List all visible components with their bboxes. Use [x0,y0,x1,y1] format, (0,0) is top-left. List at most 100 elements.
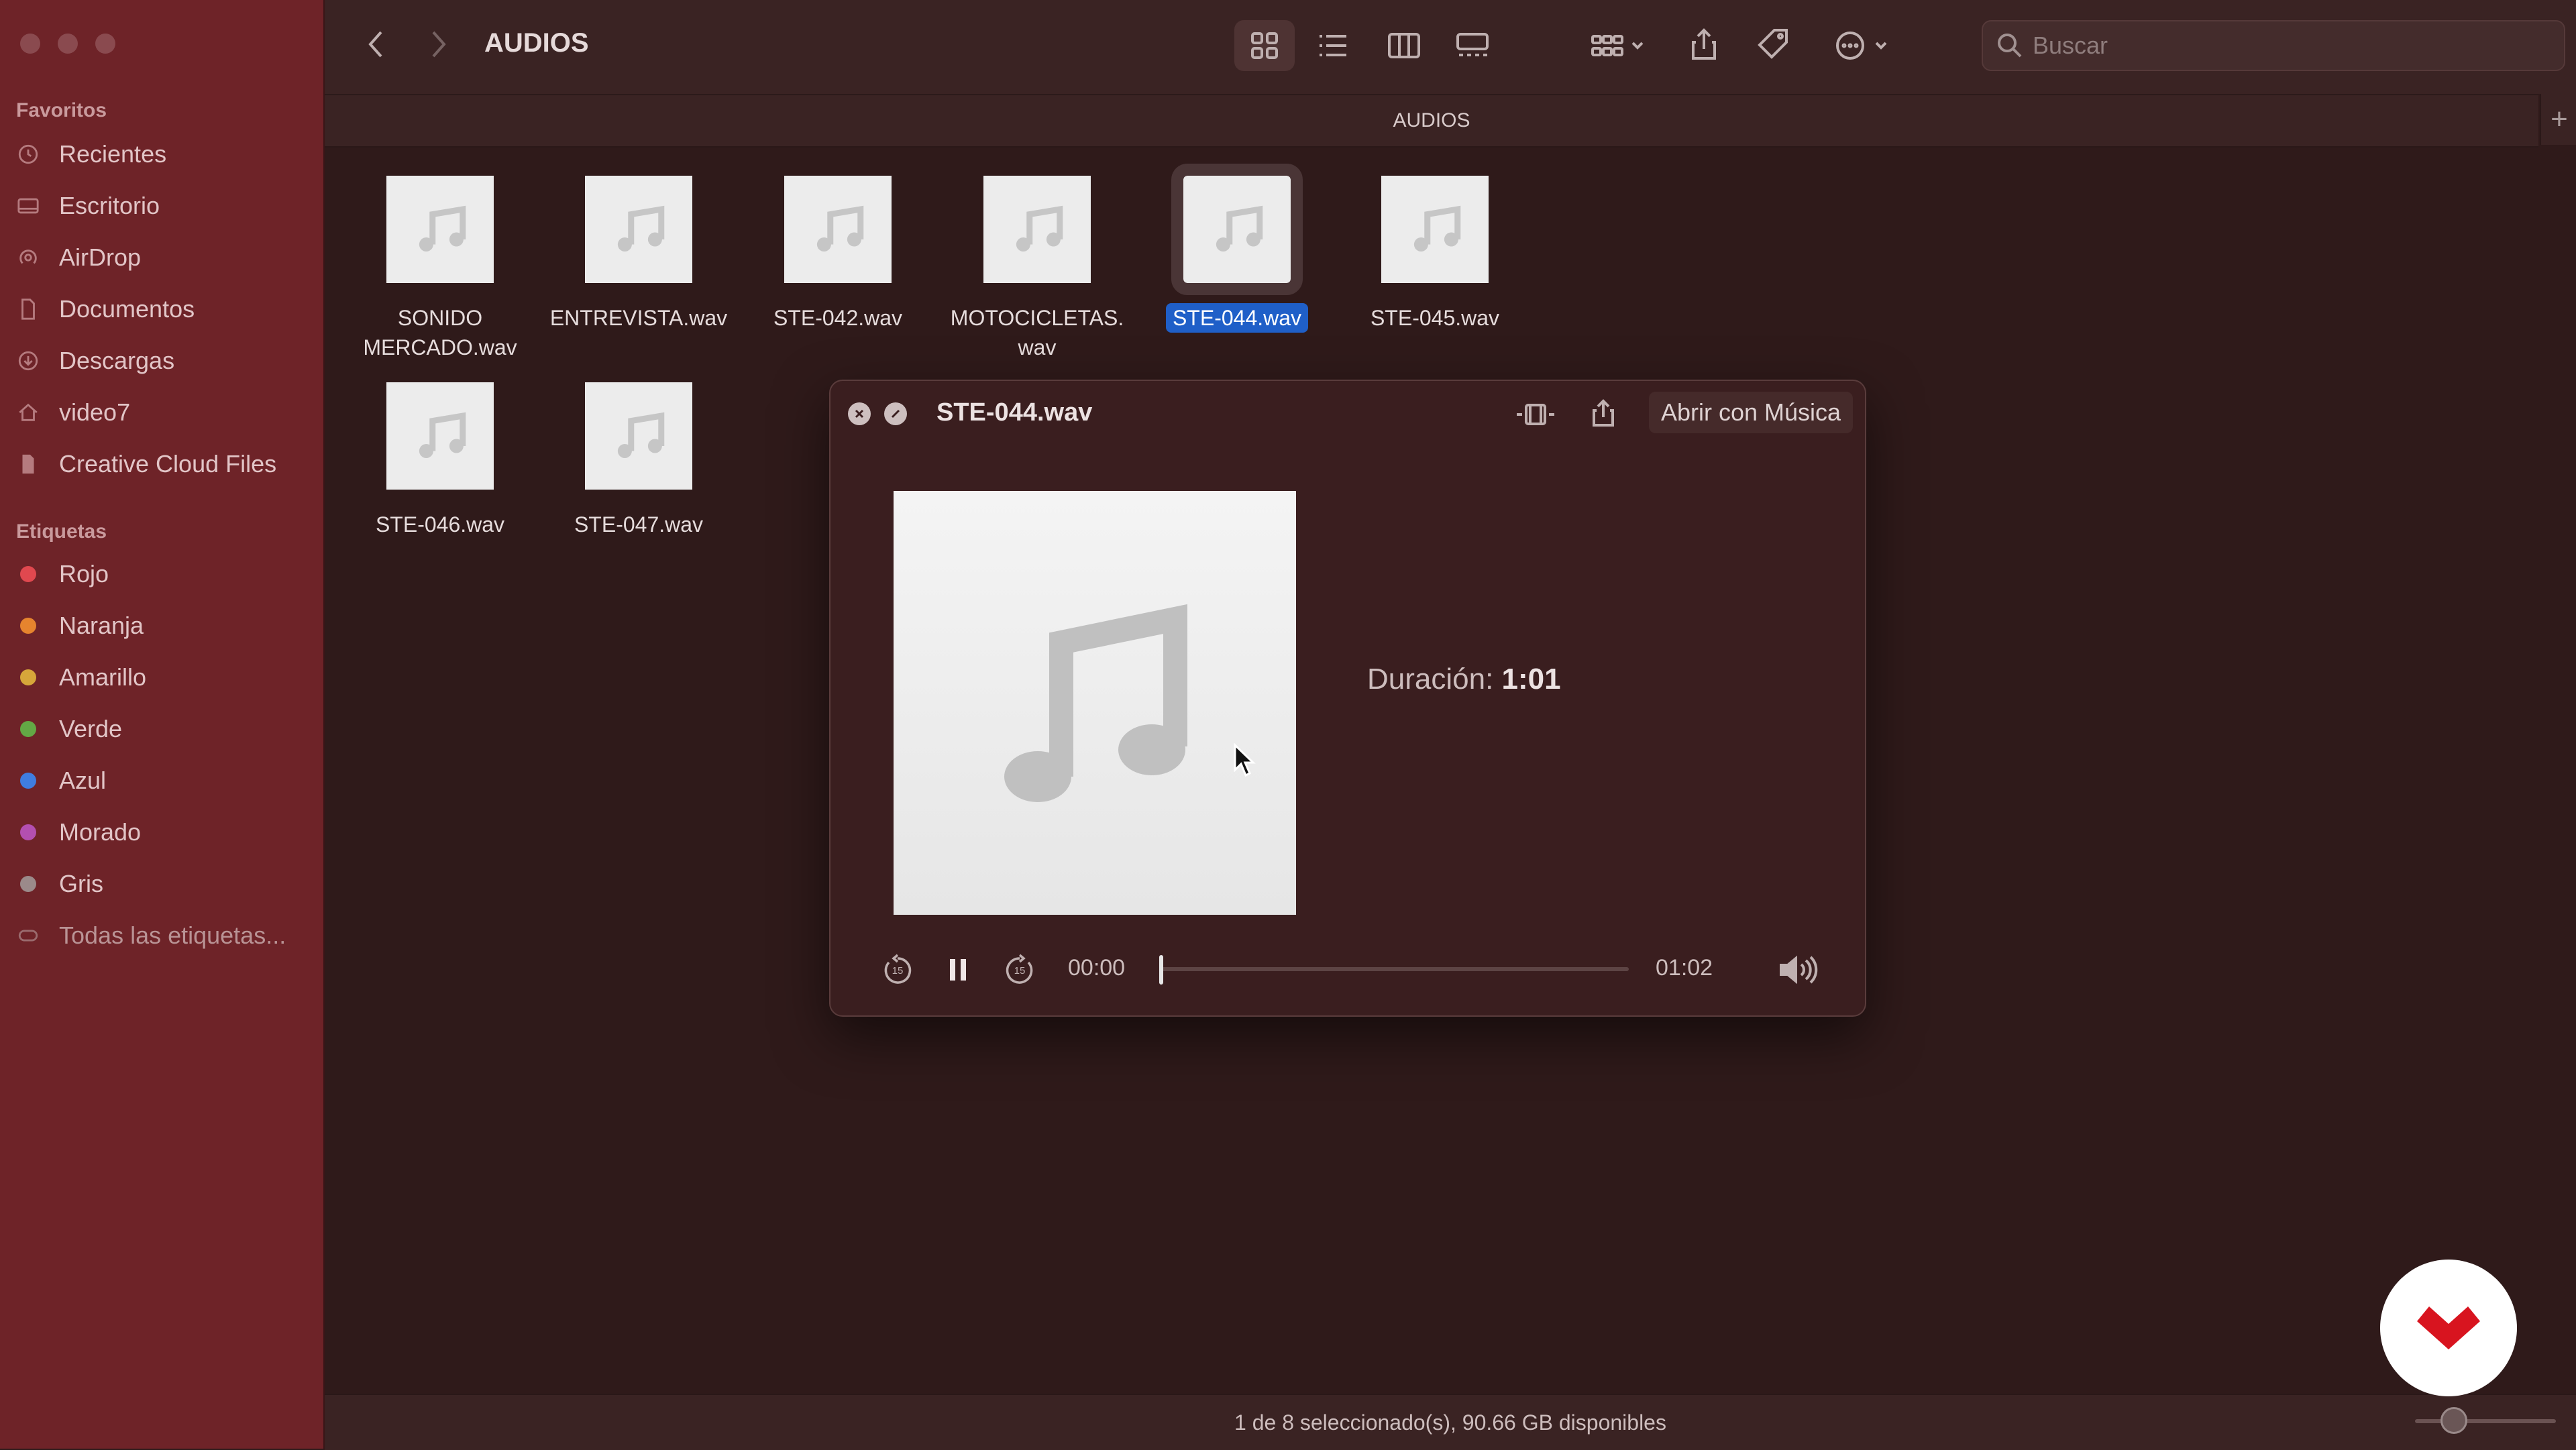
open-with-music-button[interactable]: Abrir con Música [1649,392,1853,433]
file-item[interactable]: ENTREVISTA.wav [539,176,738,333]
file-name: STE-044.wav [1165,303,1309,333]
file-item[interactable]: STE-045.wav [1336,176,1534,333]
sidebar-item-label: Descargas [59,347,175,374]
icon-view-button[interactable] [1234,20,1295,71]
sidebar-item-label: Todas las etiquetas... [59,922,286,949]
trim-icon [1517,404,1554,425]
file-item[interactable]: STE-047.wav [539,382,738,539]
chevron-right-icon [432,31,446,58]
audio-file-icon [585,382,692,490]
share-icon [1692,28,1716,60]
sidebar-item-creative-cloud[interactable]: Creative Cloud Files [16,444,276,484]
audio-file-icon [386,176,494,283]
tag-color-dot [20,824,36,840]
skip-back-15-button[interactable]: 15 [875,947,920,993]
close-window-button[interactable] [20,34,40,54]
sidebar-item-label: AirDrop [59,243,142,271]
file-item[interactable]: SONIDO MERCADO.wav [341,176,539,362]
sidebar-tag-rojo[interactable]: Rojo [16,554,109,594]
sidebar-tag-naranja[interactable]: Naranja [16,606,144,646]
skip-forward-15-button[interactable]: 15 [997,947,1042,993]
back-button[interactable] [360,24,393,64]
quicklook-close-button[interactable] [848,402,871,425]
path-tab[interactable]: AUDIOS [325,94,2538,148]
sidebar-item-escritorio[interactable]: Escritorio [16,186,160,226]
playback-scrubber[interactable] [1159,967,1629,971]
list-view-button[interactable] [1303,20,1363,71]
close-icon [855,409,864,419]
quicklook-share-button[interactable] [1582,392,1625,435]
sidebar-tag-morado[interactable]: Morado [16,812,141,852]
sidebar-item-label: Documentos [59,295,195,323]
download-icon [16,349,40,373]
sidebar-item-label: Gris [59,870,103,897]
sidebar-tag-all[interactable]: Todas las etiquetas... [16,915,286,956]
tag-color-dot [20,721,36,737]
window-title: AUDIOS [484,28,589,58]
mouse-pointer-icon [1234,743,1256,777]
more-actions-button[interactable] [1825,20,1905,71]
status-bar: 1 de 8 seleccionado(s), 90.66 GB disponi… [325,1394,2576,1450]
zoom-window-button[interactable] [95,34,115,54]
album-artwork [894,491,1296,915]
file-name: SONIDO MERCADO.wav [363,306,517,359]
sidebar-tag-gris[interactable]: Gris [16,864,103,904]
file-name: STE-045.wav [1370,306,1500,330]
group-grid-icon [1591,35,1644,56]
group-by-button[interactable] [1583,20,1657,71]
file-name: MOTOCICLETAS. wav [950,306,1124,359]
sidebar-item-label: Morado [59,818,142,846]
home-icon [16,400,40,425]
quicklook-title: STE-044.wav [936,398,1093,427]
sidebar-item-label: Amarillo [59,663,147,691]
trim-button[interactable] [1512,394,1559,435]
favorites-heading: Favoritos [16,99,107,121]
new-tab-button[interactable]: + [2540,94,2576,145]
tags-button[interactable] [1747,17,1801,71]
search-icon [1998,34,2022,58]
columns-icon [1388,33,1420,58]
svg-text:15: 15 [1014,965,1026,977]
icon-size-slider[interactable] [2415,1419,2556,1423]
audio-file-icon [386,382,494,490]
sidebar-tag-amarillo[interactable]: Amarillo [16,657,146,698]
search-field[interactable] [1982,20,2565,71]
sidebar-item-documentos[interactable]: Documentos [16,289,195,329]
share-icon [1593,399,1614,427]
audio-file-icon [585,176,692,283]
sidebar-tag-azul[interactable]: Azul [16,761,106,801]
scrubber-handle[interactable] [1159,955,1163,985]
file-name: STE-042.wav [773,306,903,330]
sidebar-item-recientes[interactable]: Recientes [16,134,166,174]
sidebar-item-label: Recientes [59,140,167,168]
sidebar-tag-verde[interactable]: Verde [16,709,122,749]
sidebar-item-label: Naranja [59,612,144,639]
file-item[interactable]: STE-042.wav [739,176,937,333]
airdrop-icon [16,245,40,270]
brand-logo [2380,1260,2517,1396]
icon-size-slider-handle[interactable] [2440,1407,2467,1434]
file-item[interactable]: STE-046.wav [341,382,539,539]
file-name: STE-047.wav [574,512,704,537]
tag-color-dot [20,773,36,789]
file-item[interactable]: MOTOCICLETAS. wav [938,176,1136,362]
gallery-view-button[interactable] [1442,20,1503,71]
pause-button[interactable] [935,947,981,993]
file-name: ENTREVISTA.wav [549,306,728,330]
sidebar-item-label: Escritorio [59,192,160,219]
sidebar-item-descargas[interactable]: Descargas [16,341,174,381]
search-input[interactable] [2031,31,2544,60]
column-view-button[interactable] [1374,20,1434,71]
audio-file-icon [1381,176,1489,283]
forward-15-icon: 15 [1006,954,1033,984]
volume-button[interactable] [1772,944,1826,995]
forward-button[interactable] [421,24,455,64]
quicklook-fullscreen-button[interactable] [884,402,907,425]
sidebar-item-airdrop[interactable]: AirDrop [16,237,141,278]
tag-color-dot [20,618,36,634]
share-button[interactable] [1677,17,1731,71]
file-item-selected[interactable]: STE-044.wav [1138,164,1336,333]
sidebar-item-video7[interactable]: video7 [16,392,130,433]
rewind-15-icon: 15 [884,954,912,984]
minimize-window-button[interactable] [58,34,78,54]
